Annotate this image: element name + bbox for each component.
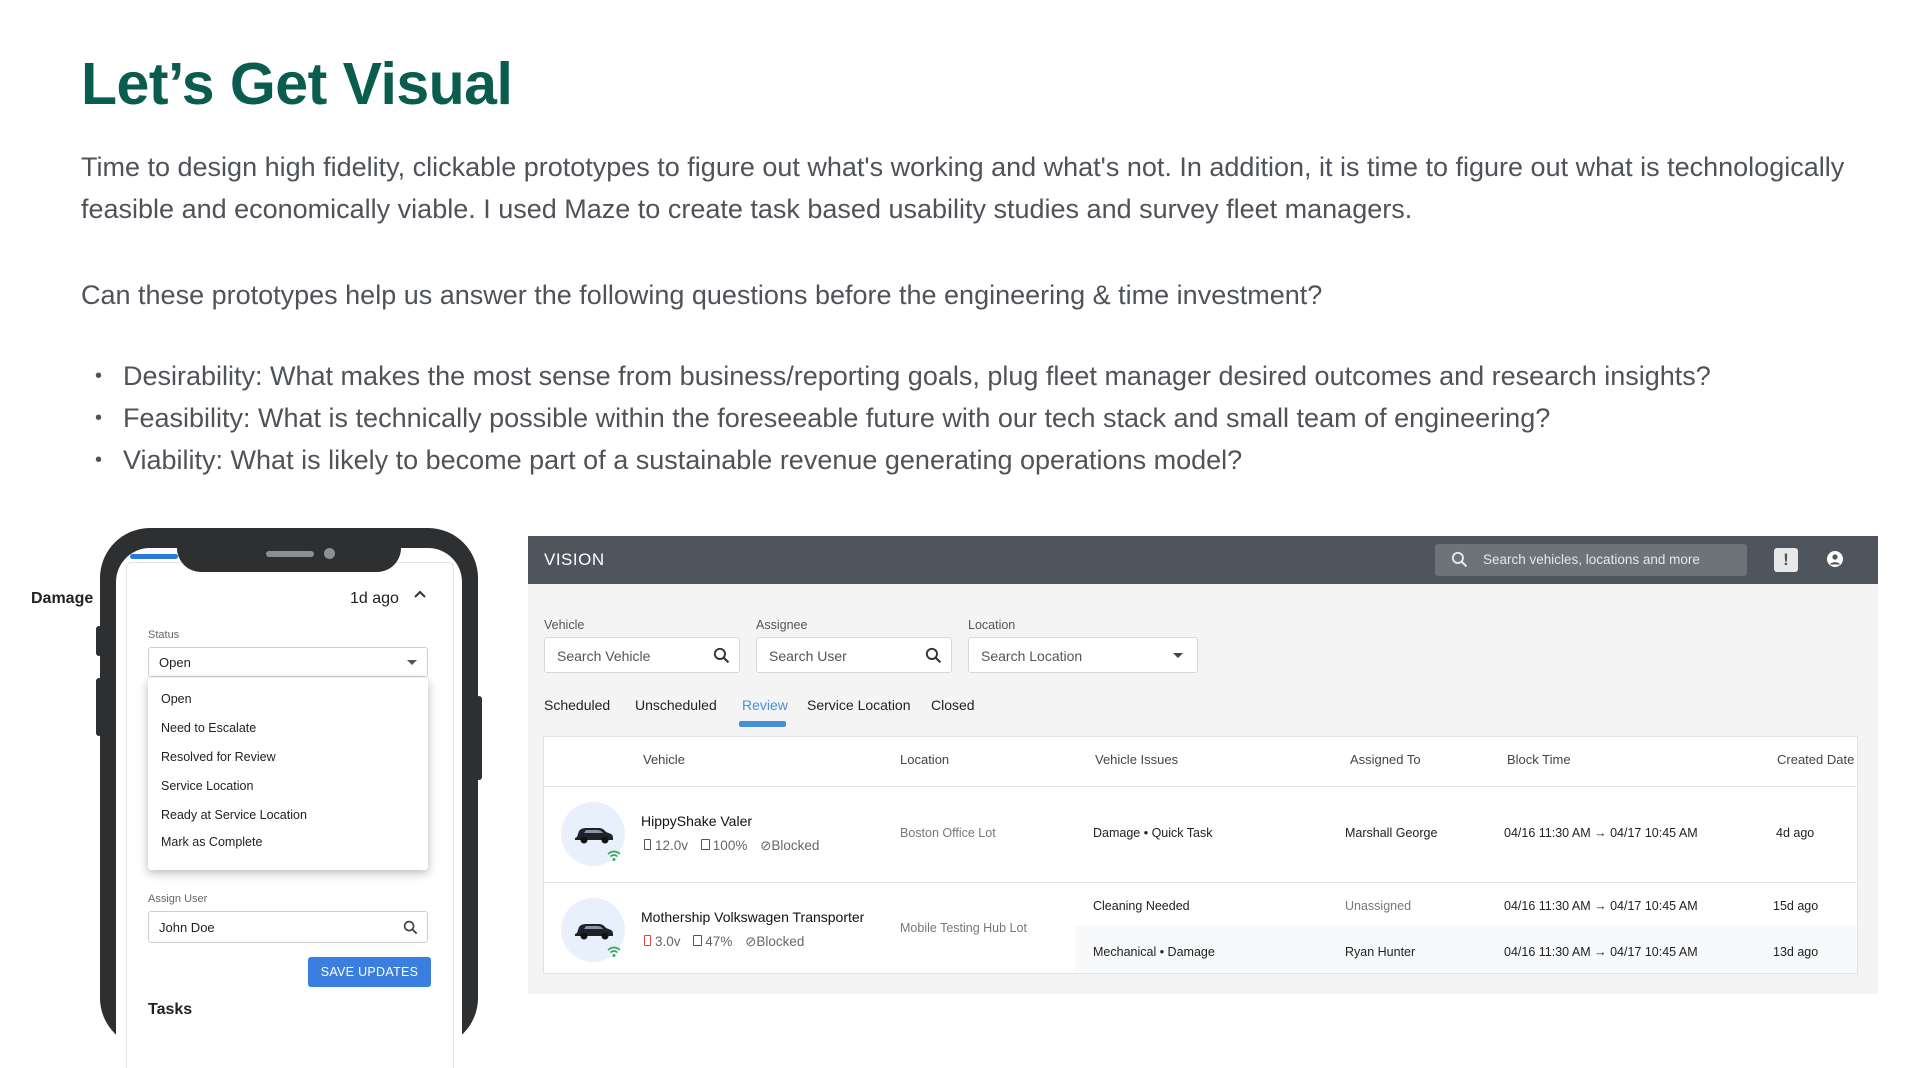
- column-header-location[interactable]: Location: [900, 752, 949, 767]
- location-filter-label: Location: [968, 618, 1016, 632]
- vehicle-stats: 12.0v 100% ⊘Blocked: [644, 838, 819, 854]
- assigned-to: Unassigned: [1345, 899, 1412, 913]
- caret-down-icon: [1173, 653, 1183, 658]
- vehicle-state: Blocked: [771, 838, 820, 853]
- assign-user-label: Assign User: [148, 893, 208, 905]
- tab-service-location[interactable]: Service Location: [807, 697, 911, 713]
- search-icon: [403, 920, 418, 935]
- search-icon: [1451, 551, 1468, 568]
- signal-icon: [607, 850, 621, 861]
- criteria-viability: Viability: What is likely to become part…: [81, 439, 1711, 481]
- criteria-list: Desirability: What makes the most sense …: [81, 355, 1711, 481]
- page-title: Let’s Get Visual: [81, 51, 513, 117]
- tasks-heading: Tasks: [148, 1001, 193, 1018]
- assign-user-value: John Doe: [159, 920, 215, 935]
- assignee-search-placeholder: Search User: [769, 648, 847, 664]
- header-divider: [544, 786, 1857, 787]
- alert-icon[interactable]: !: [1774, 548, 1798, 572]
- created-date: 13d ago: [1773, 945, 1819, 959]
- blocked-icon: ⊘: [760, 838, 772, 853]
- vehicle-name[interactable]: HippyShake Valer: [641, 813, 752, 829]
- vehicle-issue[interactable]: Damage • Quick Task: [1093, 826, 1212, 840]
- assignee-filter-label: Assignee: [756, 618, 808, 632]
- phone-notch: [177, 528, 401, 572]
- vehicle-name[interactable]: Mothership Volkswagen Transporter: [641, 909, 864, 925]
- created-date: 4d ago: [1776, 826, 1815, 840]
- vehicle-stats: 3.0v 47% ⊘Blocked: [644, 934, 804, 950]
- criteria-feasibility: Feasibility: What is technically possibl…: [81, 397, 1711, 439]
- block-time: 04/16 11:30 AM → 04/17 10:45 AM: [1504, 945, 1698, 959]
- vehicle-filter-label: Vehicle: [544, 618, 585, 632]
- assigned-to: Marshall George: [1345, 826, 1438, 840]
- phone-camera: [324, 548, 335, 559]
- search-icon: [925, 647, 942, 664]
- tab-review[interactable]: Review: [742, 697, 788, 713]
- phone-progress-bar: [130, 554, 178, 559]
- location-select[interactable]: Search Location: [968, 637, 1198, 673]
- status-option[interactable]: Need to Escalate: [161, 721, 256, 735]
- status-option[interactable]: Mark as Complete: [161, 835, 262, 849]
- status-option[interactable]: Ready at Service Location: [161, 808, 307, 822]
- phone-speaker: [266, 551, 314, 557]
- save-updates-button[interactable]: SAVE UPDATES: [308, 957, 431, 987]
- block-time: 04/16 11:30 AM → 04/17 10:45 AM: [1504, 826, 1698, 840]
- status-option[interactable]: Open: [161, 692, 192, 706]
- tab-unscheduled[interactable]: Unscheduled: [635, 697, 717, 713]
- intro-paragraph: Time to design high fidelity, clickable …: [81, 152, 1845, 224]
- vehicle-location: Boston Office Lot: [900, 826, 996, 840]
- created-date: 15d ago: [1773, 899, 1819, 913]
- vehicle-location: Mobile Testing Hub Lot: [900, 921, 1027, 935]
- global-search-input[interactable]: Search vehicles, locations and more: [1435, 544, 1747, 576]
- car-icon: [575, 828, 613, 844]
- status-option[interactable]: Resolved for Review: [161, 750, 276, 764]
- column-header-assigned-to[interactable]: Assigned To: [1350, 752, 1421, 767]
- app-name: VISION: [544, 550, 605, 569]
- battery-icon: [644, 839, 651, 850]
- fuel-level: 100%: [712, 838, 748, 853]
- damage-time-ago: 1d ago: [350, 590, 399, 607]
- chevron-up-icon[interactable]: [412, 587, 428, 608]
- column-header-block-time[interactable]: Block Time: [1507, 752, 1571, 767]
- location-select-placeholder: Search Location: [981, 648, 1083, 664]
- battery-voltage: 3.0v: [655, 934, 681, 949]
- fuel-icon: [693, 935, 703, 946]
- question-paragraph: Can these prototypes help us answer the …: [81, 280, 1323, 310]
- active-tab-indicator: [739, 721, 786, 727]
- assignee-search-input[interactable]: Search User: [756, 637, 952, 673]
- blocked-icon: ⊘: [745, 934, 757, 949]
- assign-user-input[interactable]: John Doe: [148, 911, 428, 943]
- vehicle-issue[interactable]: Mechanical • Damage: [1093, 945, 1215, 959]
- vehicle-search-placeholder: Search Vehicle: [557, 648, 651, 664]
- status-dropdown-menu: Open Need to Escalate Resolved for Revie…: [148, 678, 428, 870]
- status-select[interactable]: Open: [148, 647, 428, 677]
- signal-icon: [607, 946, 621, 957]
- status-select-value: Open: [159, 655, 191, 670]
- car-icon: [575, 924, 613, 940]
- tab-closed[interactable]: Closed: [931, 697, 975, 713]
- damage-title: Damage: [31, 590, 94, 607]
- account-icon[interactable]: [1827, 551, 1843, 567]
- battery-voltage: 12.0v: [655, 838, 689, 853]
- vehicle-state: Blocked: [756, 934, 805, 949]
- column-header-vehicle[interactable]: Vehicle: [643, 752, 685, 767]
- global-search-placeholder: Search vehicles, locations and more: [1483, 552, 1700, 567]
- tab-scheduled[interactable]: Scheduled: [544, 697, 610, 713]
- fuel-icon: [700, 839, 710, 850]
- column-header-created-date[interactable]: Created Date: [1777, 752, 1854, 767]
- column-header-vehicle-issues[interactable]: Vehicle Issues: [1095, 752, 1178, 767]
- block-time: 04/16 11:30 AM → 04/17 10:45 AM: [1504, 899, 1698, 913]
- criteria-desirability: Desirability: What makes the most sense …: [81, 355, 1711, 397]
- status-label: Status: [148, 629, 180, 641]
- assigned-to: Ryan Hunter: [1345, 945, 1416, 959]
- battery-low-icon: [644, 935, 651, 946]
- vehicle-search-input[interactable]: Search Vehicle: [544, 637, 740, 673]
- row-divider: [544, 882, 1857, 883]
- vehicle-avatar: [561, 898, 625, 962]
- search-icon: [713, 647, 730, 664]
- vehicle-avatar: [561, 802, 625, 866]
- vehicle-issue[interactable]: Cleaning Needed: [1093, 899, 1190, 913]
- status-option[interactable]: Service Location: [161, 779, 253, 793]
- caret-down-icon: [407, 660, 417, 665]
- fuel-level: 47%: [705, 934, 733, 949]
